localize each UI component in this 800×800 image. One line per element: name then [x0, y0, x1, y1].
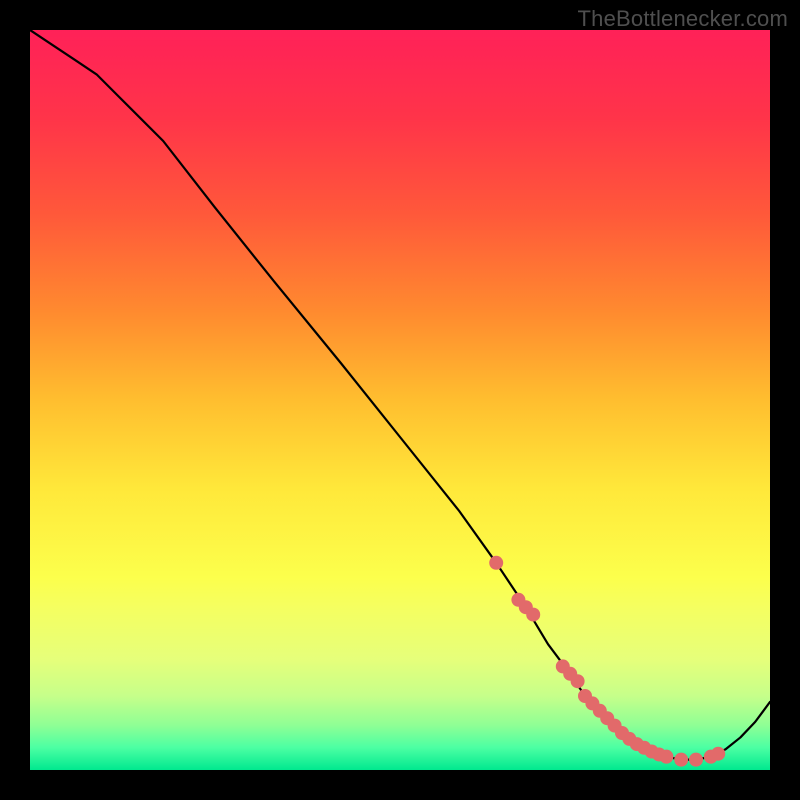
plot-area: [30, 30, 770, 770]
chart-svg: [30, 30, 770, 770]
watermark-text: TheBottlenecker.com: [578, 6, 788, 32]
gradient-background: [30, 30, 770, 770]
chart-frame: TheBottlenecker.com: [0, 0, 800, 800]
highlight-dot: [571, 674, 585, 688]
highlight-dot: [526, 608, 540, 622]
highlight-dot: [674, 753, 688, 767]
highlight-dot: [659, 750, 673, 764]
highlight-dot: [689, 753, 703, 767]
highlight-dot: [711, 747, 725, 761]
highlight-dot: [489, 556, 503, 570]
